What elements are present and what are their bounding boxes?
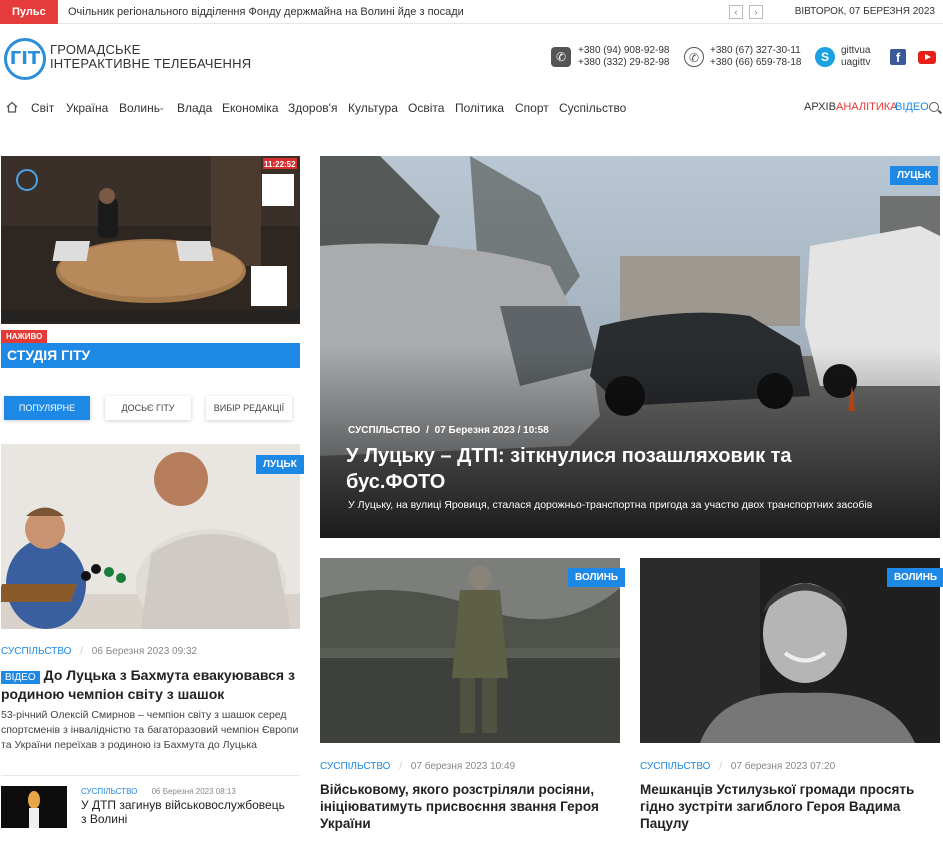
phone-icon: ✆ xyxy=(551,47,571,67)
phone-number[interactable]: +380 (66) 659-78-18 xyxy=(710,57,801,69)
nav-item-ukraine[interactable]: Україна xyxy=(66,101,108,115)
nav-item-society[interactable]: Суспільство xyxy=(559,101,626,115)
search-icon[interactable] xyxy=(929,102,939,112)
phone-number[interactable]: +380 (67) 327-30-11 xyxy=(710,45,801,57)
studio-image xyxy=(1,156,300,324)
region-tag[interactable]: ВОЛИНЬ xyxy=(887,568,943,587)
category-link[interactable]: СУСПІЛЬСТВО xyxy=(320,761,390,772)
logo-line-1: ГРОМАДСЬКЕ xyxy=(50,42,141,57)
current-date: ВІВТОРОК, 07 БЕРЕЗНЯ 2023 xyxy=(794,6,935,17)
phone-number[interactable]: +380 (332) 29-82-98 xyxy=(578,57,669,69)
main-nav: Світ Україна Волинь ⌄ Влада Економіка Зд… xyxy=(0,95,943,121)
chevron-down-icon[interactable]: ⌄ xyxy=(158,102,166,113)
article-title[interactable]: Мешканців Устилузької громади просять гі… xyxy=(640,781,930,832)
site-header: ГІТ ГРОМАДСЬКЕ ІНТЕРАКТИВНЕ ТЕЛЕБАЧЕННЯ … xyxy=(0,25,943,93)
hero-title[interactable]: У Луцьку – ДТП: зіткнулися позашляховик … xyxy=(346,443,846,495)
logo-text[interactable]: ГРОМАДСЬКЕ ІНТЕРАКТИВНЕ ТЕЛЕБАЧЕННЯ xyxy=(50,43,251,71)
ticker-next-button[interactable]: › xyxy=(749,5,763,19)
tab-editors-choice[interactable]: ВИБІР РЕДАКЦІЇ xyxy=(206,396,292,420)
hero-meta: СУСПІЛЬСТВО / 07 Березня 2023 / 10:58 xyxy=(348,425,549,436)
region-tag[interactable]: ВОЛИНЬ xyxy=(568,568,626,587)
top-bar: Пульс Очільник регіонального відділення … xyxy=(0,0,943,24)
small-article-meta: СУСПІЛЬСТВО 06 Березня 2023 08:13 xyxy=(81,787,236,796)
nav-item-politics[interactable]: Політика xyxy=(455,101,504,115)
small-article-title[interactable]: У ДТП загинув військовослужбовець з Воли… xyxy=(81,798,291,826)
nav-item-education[interactable]: Освіта xyxy=(408,101,444,115)
candle-photo xyxy=(1,786,67,828)
article-meta: СУСПІЛЬСТВО / 07 березня 2023 10:49 xyxy=(320,761,516,772)
youtube-icon[interactable] xyxy=(918,51,936,64)
studio-title[interactable]: СТУДІЯ ГІТУ xyxy=(1,343,300,368)
mobile-phone-icon: ✆ xyxy=(684,47,704,67)
article-excerpt: 53-річний Олексій Смирнов – чемпіон світ… xyxy=(1,709,299,751)
article-title[interactable]: Військовому, якого розстріляли росіяни, … xyxy=(320,781,620,832)
phone-numbers-1: +380 (94) 908-92-98 +380 (332) 29-82-98 xyxy=(578,45,669,69)
divider xyxy=(1,775,300,776)
nav-item-health[interactable]: Здоров'я xyxy=(288,101,337,115)
article-date: 07 березня 2023 07:20 xyxy=(730,761,836,772)
phone-number[interactable]: +380 (94) 908-92-98 xyxy=(578,45,669,57)
region-tag[interactable]: ЛУЦЬК xyxy=(890,166,938,185)
pulse-label: Пульс xyxy=(0,0,58,24)
article-meta: СУСПІЛЬСТВО / 06 Березня 2023 09:32 xyxy=(1,646,198,657)
live-clock: 11:22:52 xyxy=(264,160,296,169)
skype-account[interactable]: uagittv xyxy=(841,57,870,69)
ticker-prev-button[interactable]: ‹ xyxy=(729,5,743,19)
article-date: 07 березня 2023 10:49 xyxy=(410,761,516,772)
skype-icon[interactable]: S xyxy=(815,47,835,67)
article-meta: СУСПІЛЬСТВО / 07 березня 2023 07:20 xyxy=(640,761,836,772)
tab-dossier[interactable]: ДОСЬЄ ГІТУ xyxy=(105,396,191,420)
category-link[interactable]: СУСПІЛЬСТВО xyxy=(640,761,710,772)
skype-accounts: gittvua uagittv xyxy=(841,45,870,69)
nav-item-volyn[interactable]: Волинь xyxy=(119,101,160,115)
article-date: 06 Березня 2023 08:13 xyxy=(151,787,236,796)
nav-archive-link[interactable]: АРХІВ xyxy=(804,101,836,113)
ticker-headline[interactable]: Очільник регіонального відділення Фонду … xyxy=(68,0,464,24)
logo-line-2: ІНТЕРАКТИВНЕ ТЕЛЕБАЧЕННЯ xyxy=(50,56,252,71)
article-title-text[interactable]: До Луцька з Бахмута евакуювався з родино… xyxy=(1,667,295,702)
nav-video-link[interactable]: ВІДЕО xyxy=(895,101,929,113)
article-date: 07 Березня 2023 / 10:58 xyxy=(434,425,549,436)
category-link[interactable]: СУСПІЛЬСТВО xyxy=(348,425,420,436)
video-badge: ВІДЕО xyxy=(1,671,40,684)
nav-analytics-link[interactable]: АНАЛІТИКА xyxy=(836,101,898,113)
nav-item-world[interactable]: Світ xyxy=(31,101,54,115)
nav-item-economy[interactable]: Економіка xyxy=(222,101,278,115)
phone-numbers-2: +380 (67) 327-30-11 +380 (66) 659-78-18 xyxy=(710,45,801,69)
article-title[interactable]: ВІДЕО До Луцька з Бахмута евакуювався з р… xyxy=(1,667,300,703)
hero-excerpt: У Луцьку, на вулиці Яровиця, сталася дор… xyxy=(348,499,873,511)
category-link[interactable]: СУСПІЛЬСТВО xyxy=(1,646,71,657)
article-date: 06 Березня 2023 09:32 xyxy=(91,646,198,657)
live-badge: НАЖИВО xyxy=(1,330,48,343)
live-stream-player[interactable]: 11:22:52 xyxy=(1,156,300,324)
facebook-icon[interactable]: f xyxy=(890,49,906,65)
nav-item-sport[interactable]: Спорт xyxy=(515,101,549,115)
logo-icon[interactable]: ГІТ xyxy=(4,38,46,80)
nav-item-power[interactable]: Влада xyxy=(177,101,212,115)
region-tag[interactable]: ЛУЦЬК xyxy=(256,455,304,474)
small-article-thumbnail[interactable] xyxy=(1,786,67,828)
nav-item-culture[interactable]: Культура xyxy=(348,101,398,115)
skype-account[interactable]: gittvua xyxy=(841,45,870,57)
tab-popular[interactable]: ПОПУЛЯРНЕ xyxy=(4,396,90,420)
category-link[interactable]: СУСПІЛЬСТВО xyxy=(81,787,137,796)
